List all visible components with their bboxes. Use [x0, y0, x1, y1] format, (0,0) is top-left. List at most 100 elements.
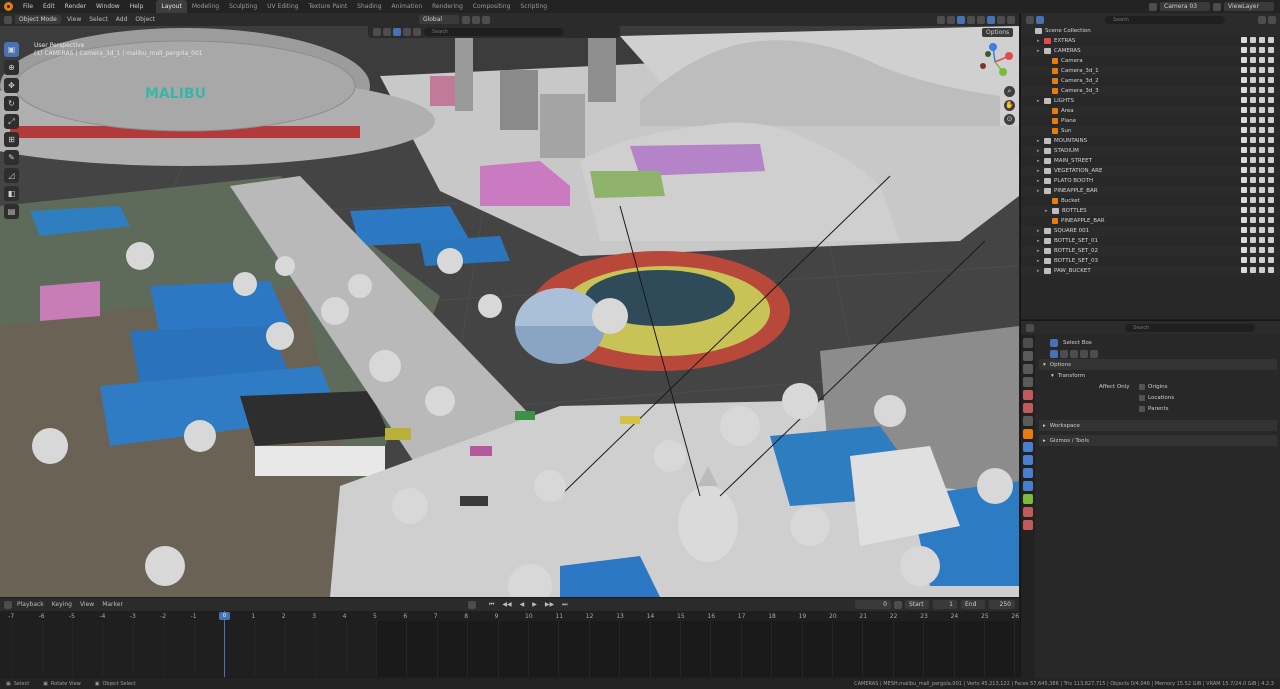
camera-render-icon[interactable]	[1268, 167, 1274, 173]
outliner-row[interactable]: Sun	[1021, 126, 1280, 136]
annotate-icon[interactable]: ✎	[4, 150, 19, 165]
include-checkbox[interactable]	[1241, 177, 1247, 183]
eye-icon[interactable]	[1259, 177, 1265, 183]
include-checkbox[interactable]	[1241, 247, 1247, 253]
outliner-row[interactable]: ▸ MAIN_STREET	[1021, 156, 1280, 166]
display-mode-icon[interactable]	[1036, 15, 1044, 24]
expand-arrow-icon[interactable]: ▸	[1037, 248, 1044, 254]
include-checkbox[interactable]	[1241, 237, 1247, 243]
xray-icon[interactable]	[967, 15, 975, 24]
eye-icon[interactable]	[1259, 217, 1265, 223]
expand-arrow-icon[interactable]: ▸	[1045, 208, 1052, 214]
scene-collection-row[interactable]: Scene Collection	[1021, 26, 1280, 36]
texture-tab-icon[interactable]	[1023, 520, 1033, 530]
expand-arrow-icon[interactable]: ▸	[1037, 178, 1044, 184]
extrude-icon[interactable]: ▤	[4, 204, 19, 219]
eye-icon[interactable]	[1259, 227, 1265, 233]
tab-shading[interactable]: Shading	[352, 0, 386, 13]
outliner-row[interactable]: Camera	[1021, 56, 1280, 66]
play-icon[interactable]: ▶	[528, 598, 541, 611]
constraints-tab-icon[interactable]	[1023, 481, 1033, 491]
outliner-row[interactable]: ▸ PAW_BUCKET	[1021, 266, 1280, 276]
material-shading-icon[interactable]	[997, 15, 1005, 24]
include-checkbox[interactable]	[1241, 137, 1247, 143]
camera-render-icon[interactable]	[1268, 257, 1274, 263]
eye-icon[interactable]	[1259, 127, 1265, 133]
expand-arrow-icon[interactable]: ▸	[1037, 138, 1044, 144]
parents-checkbox[interactable]	[1139, 405, 1145, 412]
outliner-row[interactable]: Camera_3d_2	[1021, 76, 1280, 86]
select-arrow-icon[interactable]	[1250, 197, 1256, 203]
expand-arrow-icon[interactable]: ▸	[1037, 258, 1044, 264]
camera-render-icon[interactable]	[1268, 57, 1274, 63]
camera-render-icon[interactable]	[1268, 117, 1274, 123]
tab-uv-editing[interactable]: UV Editing	[262, 0, 303, 13]
camera-render-icon[interactable]	[1268, 197, 1274, 203]
select-arrow-icon[interactable]	[1250, 117, 1256, 123]
include-checkbox[interactable]	[1241, 187, 1247, 193]
outliner-row[interactable]: Area	[1021, 106, 1280, 116]
eye-icon[interactable]	[1259, 197, 1265, 203]
menu-edit[interactable]: Edit	[38, 0, 60, 13]
outliner-row[interactable]: ▸ STADIUM	[1021, 146, 1280, 156]
particles-tab-icon[interactable]	[1023, 455, 1033, 465]
expand-arrow-icon[interactable]: ▸	[1037, 168, 1044, 174]
eye-icon[interactable]	[1259, 137, 1265, 143]
options-dropdown[interactable]: Options	[982, 28, 1014, 37]
locations-checkbox[interactable]	[1139, 394, 1145, 401]
camera-render-icon[interactable]	[1268, 217, 1274, 223]
select-arrow-icon[interactable]	[1250, 47, 1256, 53]
include-checkbox[interactable]	[1241, 147, 1247, 153]
start-frame-field[interactable]: 1	[933, 600, 957, 609]
outliner-row[interactable]: ▸ SQUARE 001	[1021, 226, 1280, 236]
include-checkbox[interactable]	[1241, 207, 1247, 213]
select-arrow-icon[interactable]	[1250, 167, 1256, 173]
eye-icon[interactable]	[1259, 97, 1265, 103]
select-arrow-icon[interactable]	[1250, 247, 1256, 253]
include-checkbox[interactable]	[1241, 87, 1247, 93]
select-arrow-icon[interactable]	[1250, 177, 1256, 183]
data-tab-icon[interactable]	[1023, 494, 1033, 504]
next-key-icon[interactable]: ▶▶	[541, 598, 558, 611]
outliner-row[interactable]: ▸ BOTTLE_SET_01	[1021, 236, 1280, 246]
eye-icon[interactable]	[1259, 37, 1265, 43]
include-checkbox[interactable]	[1241, 227, 1247, 233]
eye-icon[interactable]	[1259, 257, 1265, 263]
gizmo-tools-section[interactable]: ▸ Gizmos / Tools	[1039, 435, 1277, 446]
eye-icon[interactable]	[1259, 117, 1265, 123]
prev-key-icon[interactable]: ◀◀	[498, 598, 515, 611]
outliner-row[interactable]: Plane	[1021, 116, 1280, 126]
include-checkbox[interactable]	[1241, 127, 1247, 133]
timeline-editor-icon[interactable]	[4, 600, 12, 609]
filter-funnel-icon[interactable]	[1258, 15, 1266, 24]
include-checkbox[interactable]	[1241, 57, 1247, 63]
select-arrow-icon[interactable]	[1250, 87, 1256, 93]
navigation-gizmo[interactable]	[975, 42, 1015, 82]
include-checkbox[interactable]	[1241, 257, 1247, 263]
mode-extend-icon[interactable]	[1060, 349, 1068, 358]
tab-animation[interactable]: Animation	[387, 0, 428, 13]
mode-selector[interactable]: Object Mode	[15, 15, 61, 24]
jump-start-icon[interactable]: ⏮	[485, 598, 498, 611]
select-box-icon[interactable]: ▣	[4, 42, 19, 57]
select-arrow-icon[interactable]	[1250, 127, 1256, 133]
outliner-row[interactable]: ▸ BOTTLE_SET_02	[1021, 246, 1280, 256]
tab-texture-paint[interactable]: Texture Paint	[303, 0, 352, 13]
visibility-icon[interactable]	[937, 15, 945, 24]
world-tab-icon[interactable]	[1023, 403, 1033, 413]
eye-icon[interactable]	[1259, 107, 1265, 113]
filter-icon-4[interactable]	[403, 28, 411, 36]
modifier-tab-icon[interactable]	[1023, 442, 1033, 452]
editor-type-icon[interactable]	[4, 15, 12, 24]
proportional-edit-icon[interactable]	[481, 15, 490, 24]
eye-icon[interactable]	[1259, 147, 1265, 153]
filter-icon-2[interactable]	[383, 28, 391, 36]
tab-scripting[interactable]: Scripting	[515, 0, 552, 13]
expand-arrow-icon[interactable]: ▸	[1037, 148, 1044, 154]
expand-arrow-icon[interactable]: ▸	[1037, 98, 1044, 104]
options-section[interactable]: ▾ Options	[1039, 359, 1277, 370]
pan-icon[interactable]: ✋	[1004, 100, 1015, 111]
camera-render-icon[interactable]	[1268, 157, 1274, 163]
select-arrow-icon[interactable]	[1250, 97, 1256, 103]
workspace-section[interactable]: ▸ Workspace	[1039, 420, 1277, 431]
